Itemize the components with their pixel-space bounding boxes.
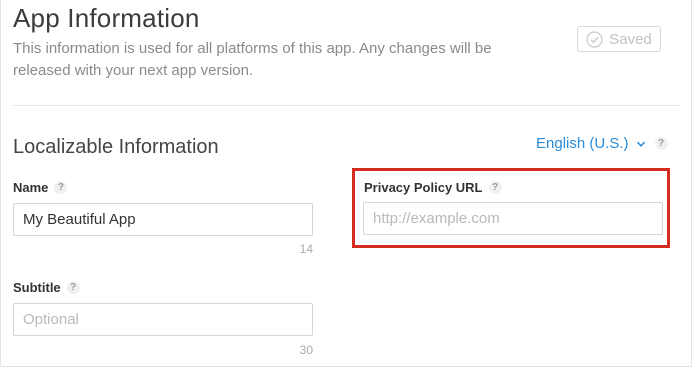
subtitle-label-row: Subtitle ? — [13, 280, 80, 295]
saved-label: Saved — [609, 30, 652, 48]
subtitle-char-counter: 30 — [299, 343, 313, 357]
chevron-down-icon — [636, 141, 645, 147]
language-label: English (U.S.) — [536, 135, 629, 152]
subtitle-label: Subtitle — [13, 280, 61, 295]
name-label: Name — [13, 180, 49, 195]
subtitle-input[interactable] — [13, 303, 313, 336]
help-icon[interactable]: ? — [54, 181, 68, 194]
check-circle-icon — [586, 30, 603, 48]
highlight-annotation — [352, 168, 670, 248]
name-input[interactable] — [13, 203, 313, 236]
page-title: App Information — [13, 3, 200, 33]
help-icon[interactable]: ? — [66, 281, 80, 294]
name-char-counter: 14 — [299, 242, 313, 256]
section-title: Localizable Information — [13, 136, 219, 158]
page-description: This information is used for all platfor… — [13, 40, 492, 79]
divider — [13, 105, 681, 106]
help-icon[interactable]: ? — [654, 137, 668, 150]
saved-button[interactable]: Saved — [577, 26, 661, 52]
name-label-row: Name ? — [13, 180, 68, 195]
language-select[interactable]: English (U.S.) ? — [536, 135, 668, 152]
